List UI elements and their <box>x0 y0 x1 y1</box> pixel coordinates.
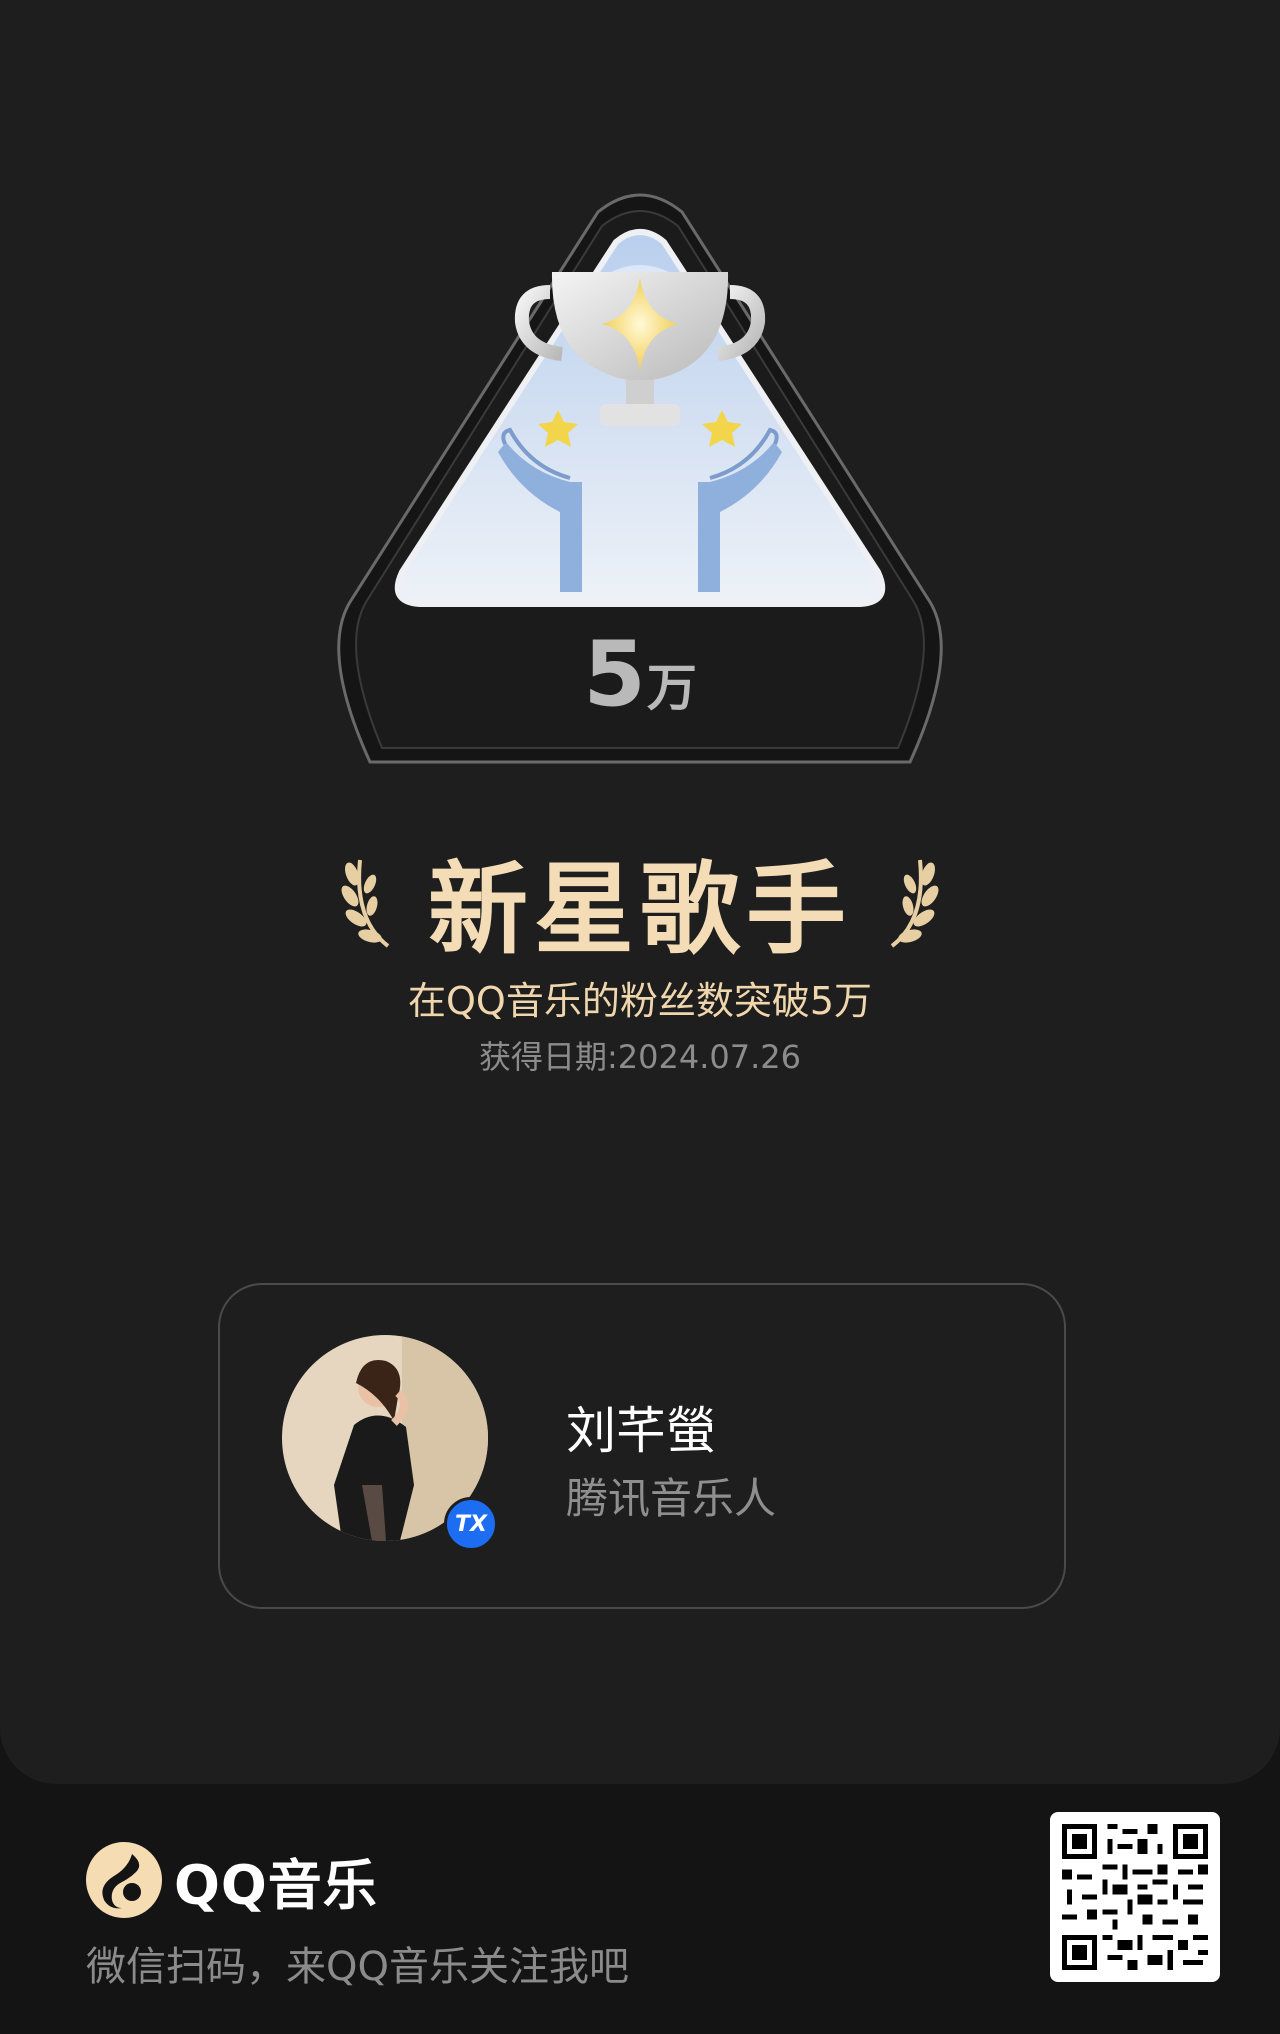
profile-name[interactable]: 刘芊螢 <box>566 1391 716 1463</box>
achievement-title: 新星歌手 <box>428 850 852 968</box>
qq-music-logo-icon <box>86 1842 162 1918</box>
verified-badge-icon: TX <box>444 1497 498 1551</box>
achievement-title-row: 新星歌手 <box>0 840 1280 968</box>
profile-role: 腾讯音乐人 <box>566 1474 777 1523</box>
qq-music-brand: QQ音乐 <box>174 1853 378 1917</box>
profile-card[interactable]: TX 刘芊螢 腾讯音乐人 <box>218 1283 1066 1609</box>
scan-prompt: 微信扫码，来QQ音乐关注我吧 <box>86 1944 629 1990</box>
qr-code[interactable] <box>1050 1812 1220 1982</box>
achievement-description: 在QQ音乐的粉丝数突破5万 <box>408 979 872 1023</box>
badge-count: 5万 <box>330 622 950 727</box>
achievement-card: 5万 新星歌手 在QQ音乐的粉丝数突破5万 获得日期:2024.07.26 TX… <box>0 0 1280 1784</box>
badge-count-unit: 万 <box>646 659 697 717</box>
badge-count-number: 5 <box>583 622 647 727</box>
achievement-badge: 5万 <box>330 182 950 782</box>
qr-code-icon <box>1062 1824 1208 1970</box>
laurel-right-icon <box>890 859 939 948</box>
achievement-date: 获得日期:2024.07.26 <box>478 1038 801 1076</box>
qq-music-logo: QQ音乐 <box>86 1842 378 1918</box>
laurel-left-icon <box>341 859 390 948</box>
